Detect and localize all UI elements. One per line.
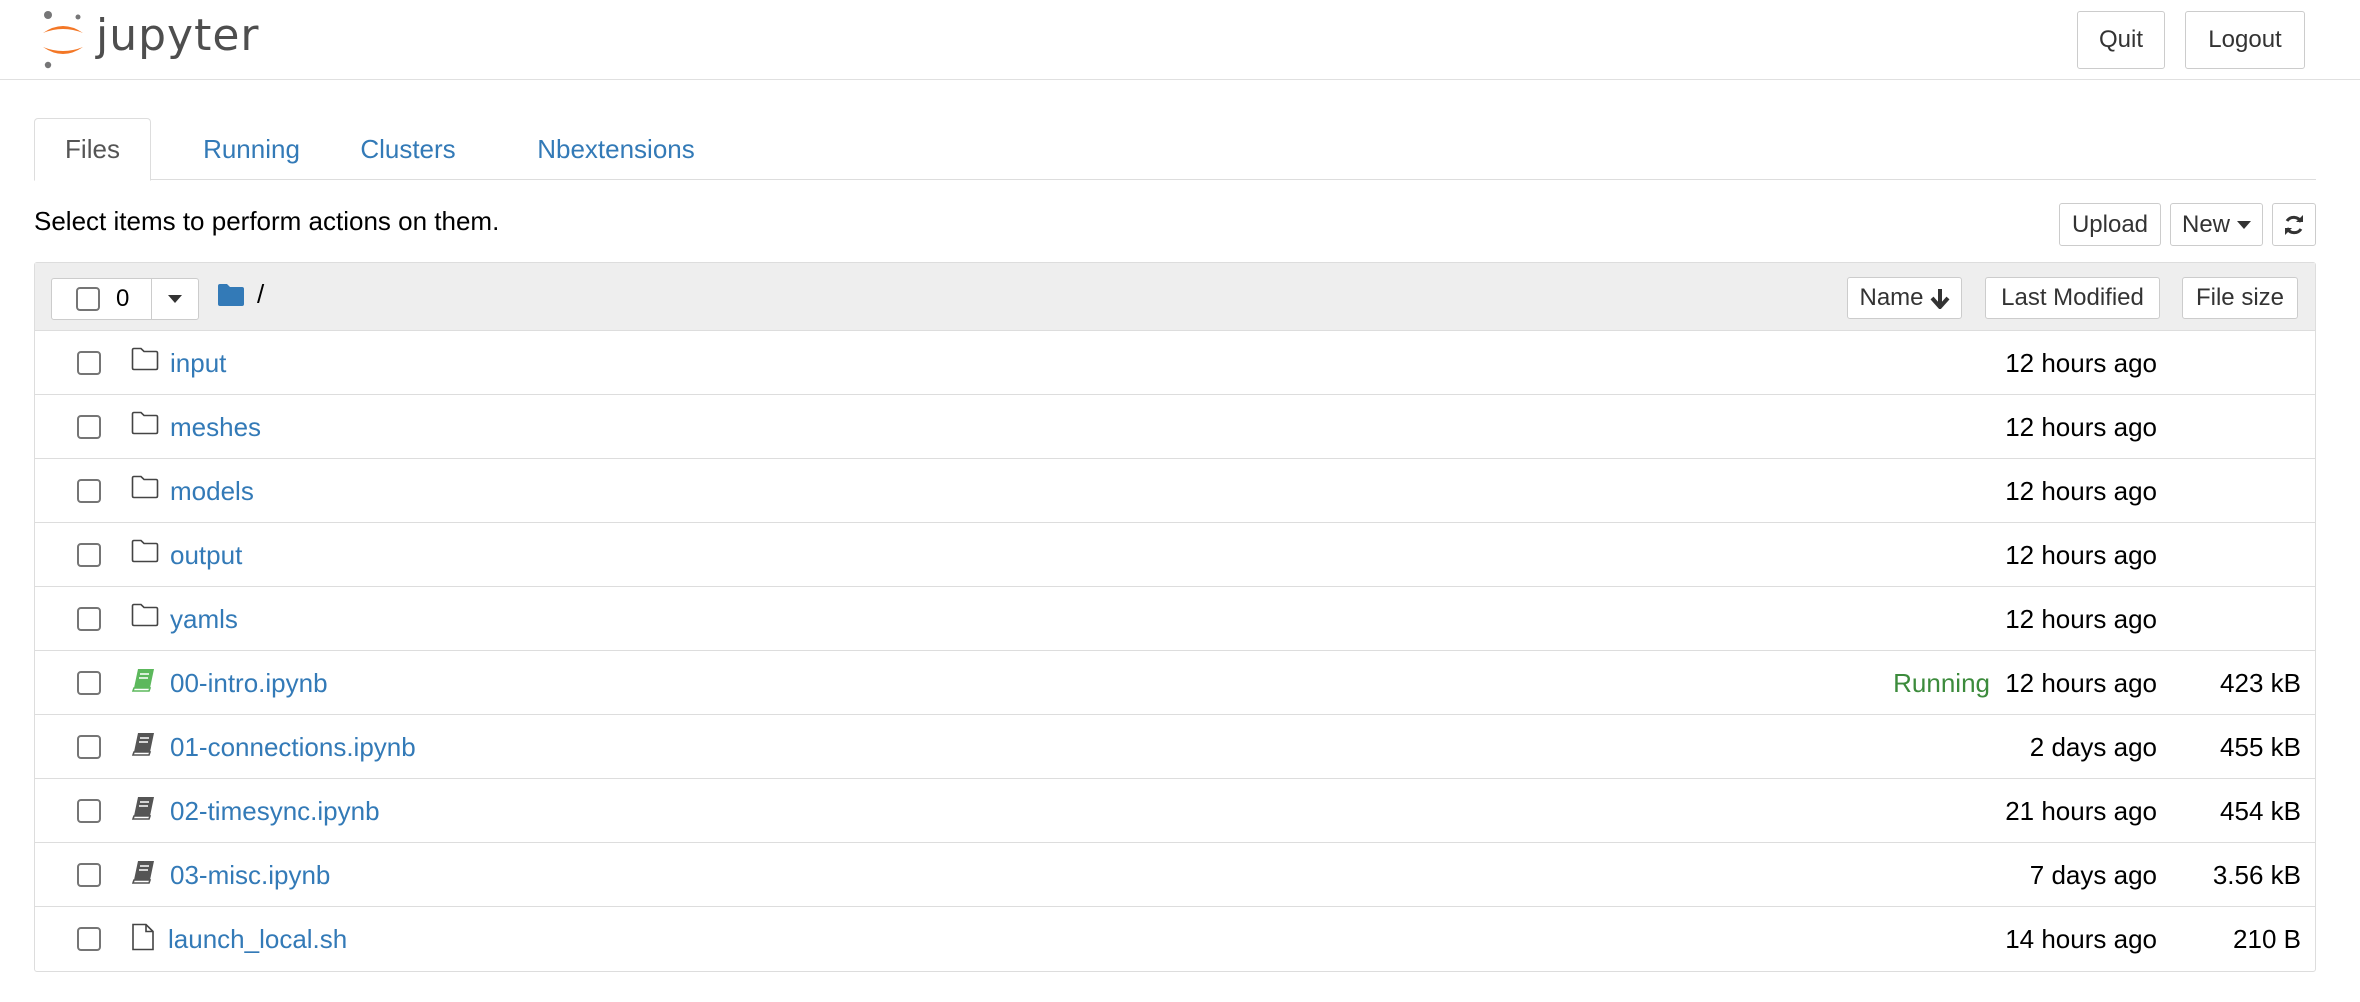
running-indicator: Running <box>1893 668 1990 698</box>
item-name-link[interactable]: input <box>170 348 226 379</box>
file-row[interactable]: 03-misc.ipynb 7 days ago 3.56 kB <box>35 843 2315 907</box>
last-modified: 12 hours ago <box>2005 476 2157 506</box>
file-row[interactable]: meshes 12 hours ago <box>35 395 2315 459</box>
row-checkbox[interactable] <box>77 671 101 695</box>
select-all-control: 0 <box>51 278 199 320</box>
file-list: 0 / Name Last Modified File size input 12… <box>34 262 2316 972</box>
file-row[interactable]: output 12 hours ago <box>35 523 2315 587</box>
logout-button[interactable]: Logout <box>2185 11 2305 69</box>
row-checkbox[interactable] <box>77 927 101 951</box>
tab-files[interactable]: Files <box>34 118 151 181</box>
item-name-link[interactable]: meshes <box>170 412 261 443</box>
breadcrumb-root[interactable]: / <box>257 279 264 310</box>
folder-icon <box>131 475 159 506</box>
file-row[interactable]: 00-intro.ipynb Running 12 hours ago 423 kB <box>35 651 2315 715</box>
tab-nbextensions[interactable]: Nbextensions <box>511 118 721 180</box>
caret-down-icon <box>2237 220 2251 229</box>
last-modified: 14 hours ago <box>2005 924 2157 954</box>
row-checkbox[interactable] <box>77 415 101 439</box>
select-all-checkbox[interactable] <box>76 287 100 311</box>
last-modified: 12 hours ago <box>2005 348 2157 378</box>
row-checkbox[interactable] <box>77 607 101 631</box>
select-dropdown-toggle[interactable] <box>152 279 198 319</box>
item-name-link[interactable]: output <box>170 540 242 571</box>
item-name-link[interactable]: 02-timesync.ipynb <box>170 796 380 827</box>
item-name-link[interactable]: models <box>170 476 254 507</box>
folder-icon[interactable] <box>217 283 245 307</box>
last-modified: 12 hours ago <box>2005 668 2157 698</box>
last-modified: 7 days ago <box>2029 860 2157 890</box>
refresh-button[interactable] <box>2272 203 2316 246</box>
file-row[interactable]: yamls 12 hours ago <box>35 587 2315 651</box>
jupyter-logo[interactable]: jupyter <box>40 8 260 70</box>
tab-bar: Files Running Clusters Nbextensions <box>34 118 2316 181</box>
new-dropdown-button[interactable]: New <box>2170 203 2263 246</box>
last-modified: 12 hours ago <box>2005 604 2157 634</box>
folder-icon <box>131 603 159 634</box>
row-checkbox[interactable] <box>77 543 101 567</box>
row-checkbox[interactable] <box>77 799 101 823</box>
notebook-icon <box>131 731 157 764</box>
caret-down-icon <box>168 295 182 303</box>
last-modified: 12 hours ago <box>2005 540 2157 570</box>
refresh-icon <box>2285 214 2303 235</box>
notebook-icon <box>131 795 157 828</box>
file-row[interactable]: 02-timesync.ipynb 21 hours ago 454 kB <box>35 779 2315 843</box>
sort-by-modified-button[interactable]: Last Modified <box>1985 277 2160 319</box>
last-modified: 21 hours ago <box>2005 796 2157 826</box>
item-name-link[interactable]: 00-intro.ipynb <box>170 668 328 699</box>
file-size: 454 kB <box>2220 796 2301 826</box>
selected-count: 0 <box>116 285 130 312</box>
last-modified: 12 hours ago <box>2005 412 2157 442</box>
tab-running[interactable]: Running <box>184 118 319 180</box>
item-name-link[interactable]: launch_local.sh <box>168 924 347 955</box>
breadcrumb: / <box>217 279 264 310</box>
jupyter-logo-icon <box>43 11 83 69</box>
new-label: New <box>2181 210 2230 238</box>
sort-by-name-button[interactable]: Name <box>1847 277 1962 319</box>
file-rows: input 12 hours ago meshes 12 hours ago model… <box>35 331 2315 971</box>
upload-button[interactable]: Upload <box>2059 203 2161 246</box>
list-header: 0 / Name Last Modified File size <box>35 263 2315 331</box>
file-size: 3.56 kB <box>2212 860 2301 890</box>
item-name-link[interactable]: 03-misc.ipynb <box>170 860 330 891</box>
file-row[interactable]: input 12 hours ago <box>35 331 2315 395</box>
folder-icon <box>131 539 159 570</box>
row-checkbox[interactable] <box>77 351 101 375</box>
file-row[interactable]: models 12 hours ago <box>35 459 2315 523</box>
quit-button[interactable]: Quit <box>2077 11 2165 69</box>
file-size: 423 kB <box>2220 668 2301 698</box>
file-size: 210 B <box>2233 924 2301 954</box>
folder-icon <box>131 347 159 378</box>
file-size: 455 kB <box>2220 732 2301 762</box>
header: jupyter Quit Logout <box>0 0 2360 80</box>
row-checkbox[interactable] <box>77 863 101 887</box>
item-name-link[interactable]: yamls <box>170 604 238 635</box>
sort-by-size-button[interactable]: File size <box>2182 277 2298 319</box>
file-row[interactable]: launch_local.sh 14 hours ago 210 B <box>35 907 2315 971</box>
select-all-box[interactable]: 0 <box>52 279 152 319</box>
logo-text: jupyter <box>96 9 260 61</box>
row-checkbox[interactable] <box>77 479 101 503</box>
folder-icon <box>131 411 159 442</box>
file-row[interactable]: 01-connections.ipynb 2 days ago 455 kB <box>35 715 2315 779</box>
sort-name-label: Name <box>1859 284 1924 311</box>
arrow-down-icon <box>1930 289 1950 309</box>
file-icon <box>131 923 155 958</box>
notebook-icon <box>131 859 157 892</box>
last-modified: 2 days ago <box>2029 732 2157 762</box>
tab-clusters[interactable]: Clusters <box>349 118 467 180</box>
item-name-link[interactable]: 01-connections.ipynb <box>170 732 416 763</box>
notebook-icon <box>131 667 157 700</box>
selection-hint: Select items to perform actions on them. <box>34 206 500 236</box>
row-checkbox[interactable] <box>77 735 101 759</box>
